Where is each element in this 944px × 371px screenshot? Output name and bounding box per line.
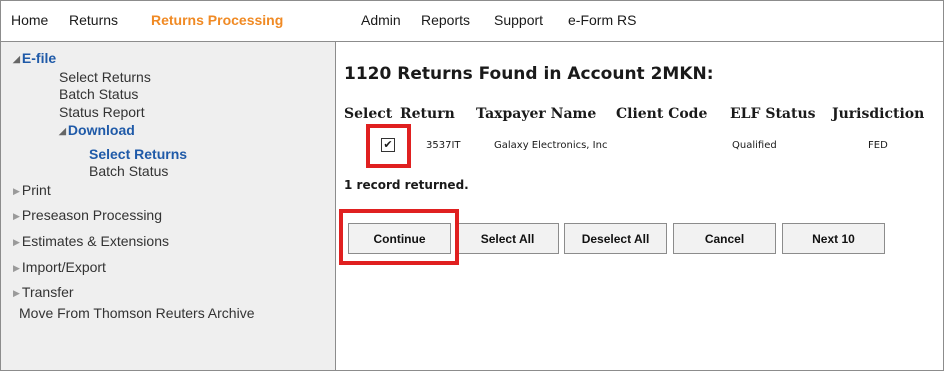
sidebar-item-download[interactable]: ◢ Download xyxy=(59,122,135,138)
sidebar-item-label: Print xyxy=(21,182,51,198)
sidebar-item-efile[interactable]: ◢ E-file xyxy=(13,50,56,66)
expanded-triangle-icon: ◢ xyxy=(59,126,66,136)
column-header-select: Select xyxy=(344,106,393,122)
column-header-jurisdiction: Jurisdiction xyxy=(832,106,925,122)
sidebar-item-label: Download xyxy=(67,122,135,138)
collapsed-triangle-icon: ▶ xyxy=(13,237,20,247)
sidebar-item-label: E-file xyxy=(21,50,57,66)
sidebar-item-select-returns[interactable]: Select Returns xyxy=(59,69,151,85)
sidebar-item-label: Import/Export xyxy=(21,259,106,275)
records-count: 1 record returned. xyxy=(344,178,469,192)
nav-reports[interactable]: Reports xyxy=(421,12,470,28)
row-jurisdiction: FED xyxy=(868,140,888,151)
expanded-triangle-icon: ◢ xyxy=(13,54,20,64)
sidebar-item-label: Preseason Processing xyxy=(21,207,162,223)
nav-returns[interactable]: Returns xyxy=(69,12,118,28)
column-header-taxpayer-name: Taxpayer Name xyxy=(476,106,597,122)
sidebar-item-batch-status[interactable]: Batch Status xyxy=(59,86,138,102)
sidebar-item-move-archive[interactable]: Move From Thomson Reuters Archive xyxy=(19,305,255,321)
sidebar-item-print[interactable]: ▶ Print xyxy=(13,182,51,198)
main-content: 1120 Returns Found in Account 2MKN: Sele… xyxy=(336,42,942,369)
row-elf-status: Qualified xyxy=(732,140,777,151)
column-header-return: Return xyxy=(400,106,455,122)
nav-returns-processing[interactable]: Returns Processing xyxy=(151,12,283,28)
sidebar-item-import-export[interactable]: ▶ Import/Export xyxy=(13,259,106,275)
collapsed-triangle-icon: ▶ xyxy=(13,186,20,196)
continue-highlight-box xyxy=(339,209,459,265)
sidebar-item-download-select-returns[interactable]: Select Returns xyxy=(89,146,187,162)
collapsed-triangle-icon: ▶ xyxy=(13,263,20,273)
collapsed-triangle-icon: ▶ xyxy=(13,288,20,298)
top-navigation: Home Returns Returns Processing Admin Re… xyxy=(1,1,943,42)
deselect-all-button[interactable]: Deselect All xyxy=(564,223,667,254)
cancel-button[interactable]: Cancel xyxy=(673,223,776,254)
nav-home[interactable]: Home xyxy=(11,12,48,28)
sidebar-item-download-batch-status[interactable]: Batch Status xyxy=(89,163,168,179)
select-all-button[interactable]: Select All xyxy=(456,223,559,254)
sidebar-item-transfer[interactable]: ▶ Transfer xyxy=(13,284,74,300)
sidebar-item-label: Estimates & Extensions xyxy=(21,233,169,249)
row-return: 3537IT xyxy=(426,140,461,151)
collapsed-triangle-icon: ▶ xyxy=(13,211,20,221)
row-taxpayer-name: Galaxy Electronics, Inc xyxy=(494,140,608,151)
nav-support[interactable]: Support xyxy=(494,12,543,28)
checkbox-highlight-box xyxy=(366,124,411,168)
sidebar-item-preseason[interactable]: ▶ Preseason Processing xyxy=(13,207,162,223)
sidebar-item-estimates[interactable]: ▶ Estimates & Extensions xyxy=(13,233,169,249)
sidebar-item-status-report[interactable]: Status Report xyxy=(59,104,145,120)
next-10-button[interactable]: Next 10 xyxy=(782,223,885,254)
page-title: 1120 Returns Found in Account 2MKN: xyxy=(344,64,714,84)
nav-admin[interactable]: Admin xyxy=(361,12,401,28)
sidebar-item-label: Transfer xyxy=(21,284,74,300)
column-header-client-code: Client Code xyxy=(616,106,708,122)
sidebar: ◢ E-file Select Returns Batch Status Stat… xyxy=(1,42,336,370)
column-header-elf-status: ELF Status xyxy=(730,106,816,122)
nav-eform-rs[interactable]: e-Form RS xyxy=(568,12,636,28)
